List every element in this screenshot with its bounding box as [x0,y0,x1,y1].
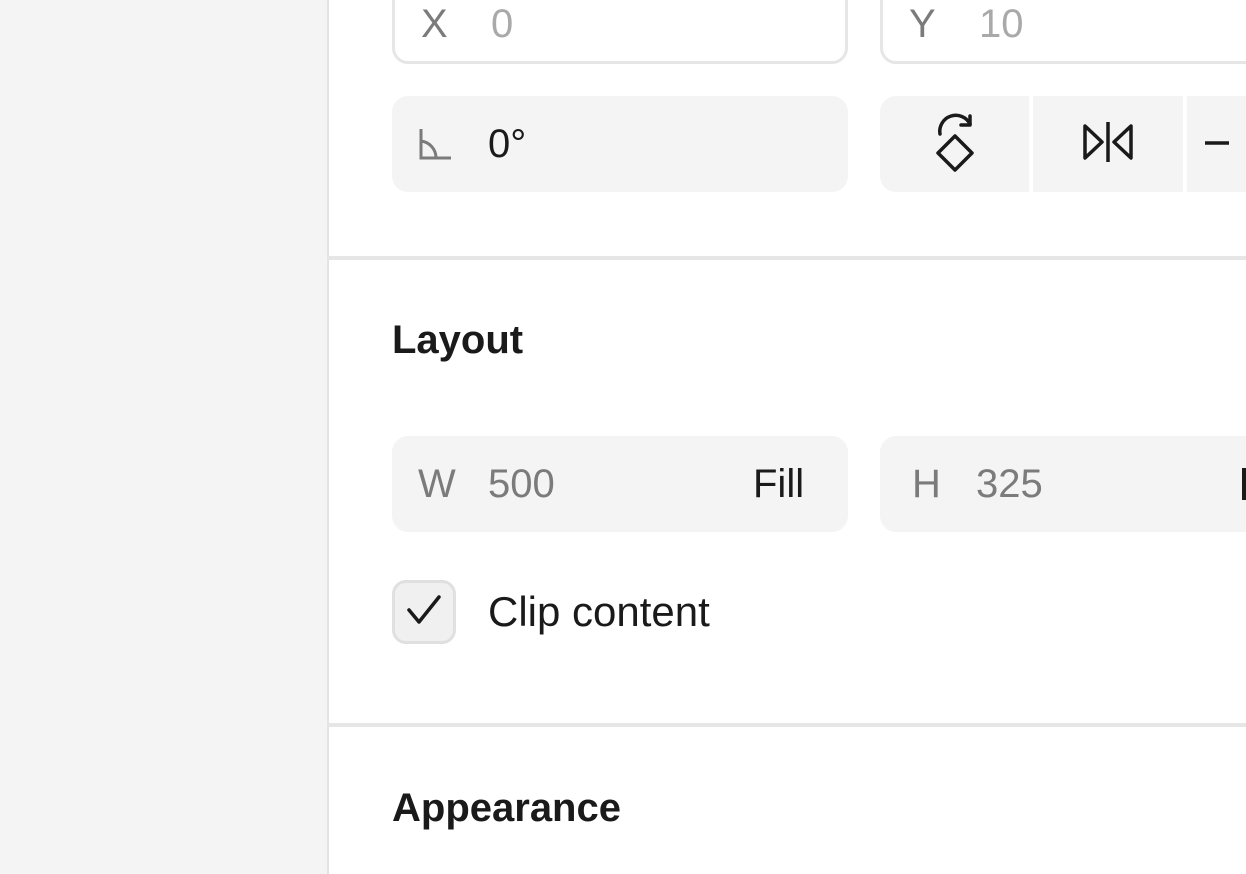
section-divider [327,723,1246,727]
height-label: H [912,461,941,506]
rotate-button[interactable] [880,96,1029,192]
rotate-icon [932,112,978,177]
flip-vertical-button[interactable] [1187,96,1246,192]
appearance-section-title: Appearance [392,786,621,830]
x-position-field[interactable]: X 0 [392,0,848,64]
section-divider [327,256,1246,260]
y-value: 10 [979,1,1024,46]
x-axis-label: X [421,1,448,46]
clip-content-label[interactable]: Clip content [488,588,710,636]
flip-horizontal-icon [1082,121,1134,167]
flip-vertical-icon [1205,135,1229,153]
y-axis-label: Y [909,1,936,46]
check-icon [407,594,441,630]
canvas-area [0,0,327,874]
layout-section-title: Layout [392,318,524,362]
y-position-field[interactable]: Y 10 [880,0,1246,64]
height-value: 325 [976,461,1043,506]
height-mode-glyph[interactable] [1242,468,1246,500]
x-value: 0 [491,1,514,46]
angle-icon [392,127,488,161]
clip-content-checkbox[interactable] [392,580,456,644]
rotation-value: 0° [488,121,527,166]
width-fill-mode[interactable]: Fill [753,462,804,507]
flip-horizontal-button[interactable] [1033,96,1183,192]
height-field[interactable]: H 325 [880,436,1246,532]
width-label: W [418,461,456,506]
rotation-field[interactable]: 0° [392,96,848,192]
width-value: 500 [488,461,555,506]
